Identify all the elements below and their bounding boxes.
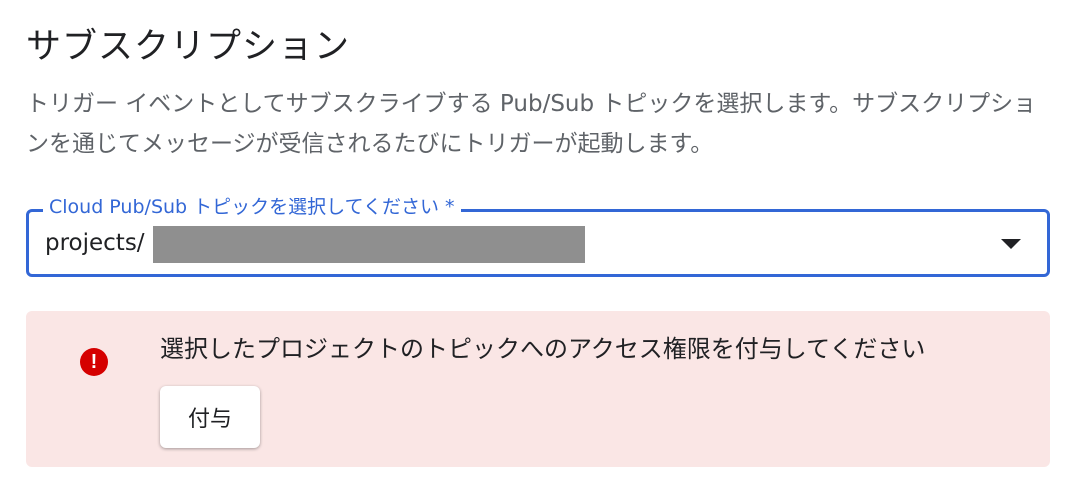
redacted-region bbox=[153, 226, 585, 263]
page-title: サブスクリプション bbox=[26, 27, 351, 67]
section-description: トリガー イベントとしてサブスクライブする Pub/Sub トピックを選択します… bbox=[26, 91, 1037, 157]
topic-select-label: Cloud Pub/Sub トピックを選択してください * bbox=[43, 195, 461, 219]
topic-select[interactable]: Cloud Pub/Sub トピックを選択してください * projects/ bbox=[26, 195, 1050, 277]
topic-select-value: projects/ bbox=[45, 230, 145, 256]
permission-alert: ! 選択したプロジェクトのトピックへのアクセス権限を付与してください 付与 bbox=[26, 311, 1050, 467]
error-icon: ! bbox=[80, 348, 108, 376]
arrow-drop-down-icon[interactable] bbox=[1001, 239, 1021, 249]
grant-button[interactable]: 付与 bbox=[160, 386, 260, 448]
alert-message: 選択したプロジェクトのトピックへのアクセス権限を付与してください bbox=[160, 335, 926, 363]
